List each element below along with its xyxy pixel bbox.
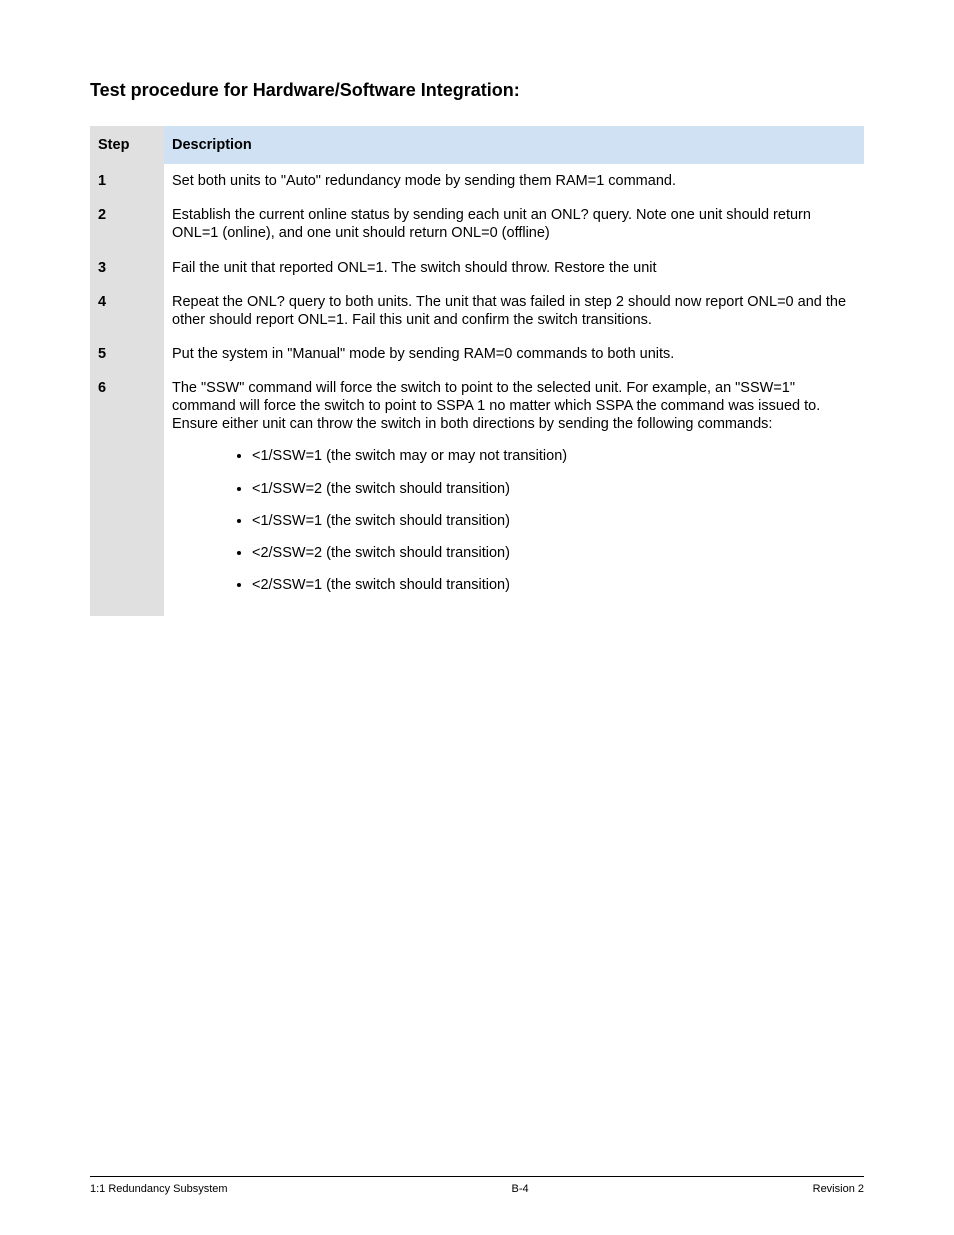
table-row: 2 Establish the current online status by…: [90, 198, 864, 250]
step-number: 1: [90, 164, 164, 198]
footer-right: Revision 2: [813, 1183, 864, 1195]
bullet-item: <1/SSW=1 (the switch may or may not tran…: [252, 447, 856, 465]
step6-intro: The "SSW" command will force the switch …: [172, 379, 856, 433]
page-footer: 1:1 Redundancy Subsystem B-4 Revision 2: [90, 1176, 864, 1195]
table-row: 6 The "SSW" command will force the switc…: [90, 371, 864, 616]
table-row: 3 Fail the unit that reported ONL=1. The…: [90, 251, 864, 285]
bullet-item: <2/SSW=2 (the switch should transition): [252, 544, 856, 562]
footer-center: B-4: [512, 1183, 529, 1195]
step6-bullets: <1/SSW=1 (the switch may or may not tran…: [172, 447, 856, 594]
step-desc: Set both units to "Auto" redundancy mode…: [164, 164, 864, 198]
table-row: 5 Put the system in "Manual" mode by sen…: [90, 337, 864, 371]
step-desc: Repeat the ONL? query to both units. The…: [164, 285, 864, 337]
table-header-row: Step Description: [90, 126, 864, 164]
col-step: Step: [90, 126, 164, 164]
table-row: 1 Set both units to "Auto" redundancy mo…: [90, 164, 864, 198]
step-number: 2: [90, 198, 164, 250]
steps-table: Step Description 1 Set both units to "Au…: [90, 126, 864, 616]
step-number: 3: [90, 251, 164, 285]
bullet-item: <1/SSW=1 (the switch should transition): [252, 512, 856, 530]
step-desc: The "SSW" command will force the switch …: [164, 371, 864, 616]
step-desc: Fail the unit that reported ONL=1. The s…: [164, 251, 864, 285]
step-number: 6: [90, 371, 164, 616]
bullet-item: <1/SSW=2 (the switch should transition): [252, 480, 856, 498]
step-number: 4: [90, 285, 164, 337]
page: Test procedure for Hardware/Software Int…: [0, 0, 954, 1235]
table-row: 4 Repeat the ONL? query to both units. T…: [90, 285, 864, 337]
bullet-item: <2/SSW=1 (the switch should transition): [252, 576, 856, 594]
step-desc: Put the system in "Manual" mode by sendi…: [164, 337, 864, 371]
step-number: 5: [90, 337, 164, 371]
page-title: Test procedure for Hardware/Software Int…: [90, 80, 864, 101]
col-desc: Description: [164, 126, 864, 164]
footer-left: 1:1 Redundancy Subsystem: [90, 1183, 228, 1195]
step-desc: Establish the current online status by s…: [164, 198, 864, 250]
